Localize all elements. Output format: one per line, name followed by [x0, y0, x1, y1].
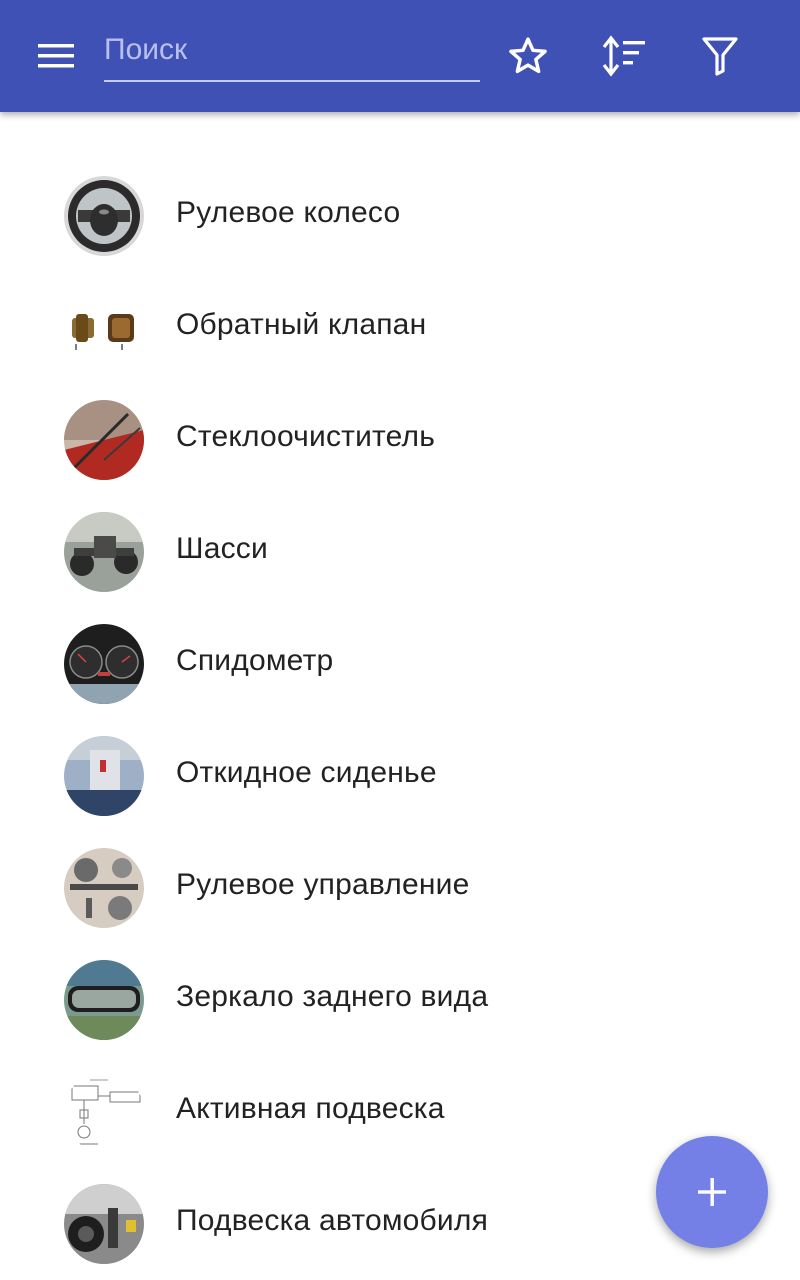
list-item-label: Спидометр [176, 644, 334, 677]
speedometer-thumbnail [64, 624, 144, 704]
app-bar [0, 0, 800, 112]
list-item-label: Рулевое управление [176, 868, 470, 901]
windshield-wiper-thumbnail [64, 400, 144, 480]
search-input[interactable] [104, 26, 480, 74]
list-item-label: Зеркало заднего вида [176, 980, 489, 1013]
list-item-label: Стеклоочиститель [176, 420, 436, 453]
filter-button[interactable] [692, 30, 748, 82]
star-outline-icon [509, 37, 547, 74]
search-box [104, 18, 480, 82]
list-item-label: Подвеска автомобиля [176, 1204, 489, 1237]
add-button[interactable] [656, 1136, 768, 1248]
menu-icon [38, 44, 74, 68]
list-item[interactable]: Зеркало заднего вида [0, 944, 800, 1056]
steering-gear-thumbnail [64, 848, 144, 928]
list-item[interactable]: Стеклоочиститель [0, 384, 800, 496]
list-item-label: Активная подвеска [176, 1092, 445, 1125]
list-item[interactable]: Рулевое управление [0, 832, 800, 944]
parts-list: Рулевое колесо Обратный клапан Стеклоочи… [0, 160, 800, 1280]
list-item[interactable]: Рулевое колесо [0, 160, 800, 272]
list-item-label: Шасси [176, 532, 268, 565]
car-suspension-thumbnail [64, 1184, 144, 1264]
list-item-label: Откидное сиденье [176, 756, 437, 789]
list-item-label: Обратный клапан [176, 308, 427, 341]
list-item[interactable]: Откидное сиденье [0, 720, 800, 832]
menu-button[interactable] [24, 32, 88, 80]
rearview-mirror-thumbnail [64, 960, 144, 1040]
list-item[interactable]: Шасси [0, 496, 800, 608]
search-underline [104, 80, 480, 82]
chassis-thumbnail [64, 512, 144, 592]
folding-seat-thumbnail [64, 736, 144, 816]
list-item[interactable]: Обратный клапан [0, 272, 800, 384]
filter-icon [702, 37, 738, 76]
list-item-label: Рулевое колесо [176, 196, 401, 229]
sort-button[interactable] [596, 30, 652, 82]
favorites-button[interactable] [500, 30, 556, 82]
sort-icon [602, 35, 645, 77]
list-item[interactable]: Спидометр [0, 608, 800, 720]
steering-wheel-thumbnail [64, 176, 144, 256]
check-valve-thumbnail [64, 288, 144, 368]
plus-icon [698, 1178, 726, 1206]
active-suspension-diagram-thumbnail [64, 1072, 144, 1152]
